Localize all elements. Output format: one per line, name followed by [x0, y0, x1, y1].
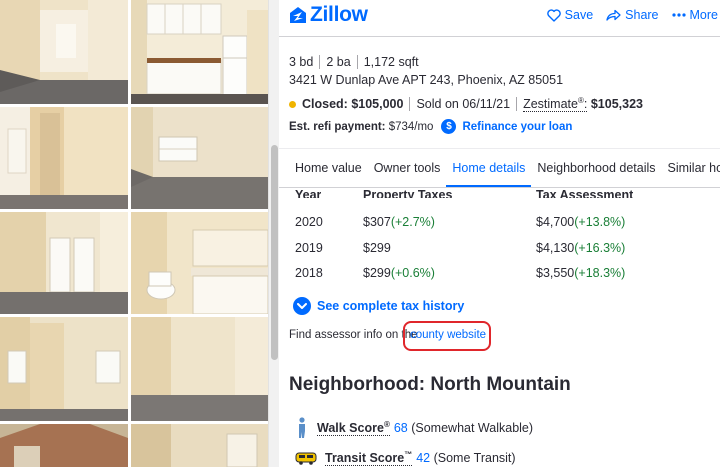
- assessment-cell: $4,130(+16.3%): [536, 241, 626, 255]
- assessor-info-text: Find assessor info on the: [289, 329, 418, 341]
- see-tax-history-button[interactable]: See complete tax history: [293, 297, 464, 315]
- refinance-link[interactable]: Refinance your loan: [462, 121, 572, 133]
- listing-photo-exterior[interactable]: [0, 424, 128, 467]
- table-row: 2019 $299 $4,130(+16.3%): [279, 241, 720, 261]
- gallery-scrollbar-thumb[interactable]: [271, 145, 278, 360]
- listing-photo-room-door[interactable]: [0, 317, 128, 421]
- transit-score-row: Transit Score™ 42 (Some Transit): [295, 450, 516, 467]
- tax-year: 2020: [295, 215, 323, 229]
- see-tax-history-label: See complete tax history: [317, 299, 465, 313]
- county-website-link[interactable]: county website: [410, 329, 486, 341]
- refi-amount: $734/mo: [388, 120, 434, 133]
- refi-label: Est. refi payment:: [289, 120, 386, 133]
- tab-similar-homes[interactable]: Similar homes: [662, 149, 720, 187]
- divider: [356, 55, 358, 69]
- listing-details-panel: Zillow Save Share More 3 bd 2 ba 1,172 s…: [279, 0, 720, 467]
- divider: [319, 55, 321, 69]
- walking-person-icon: [299, 417, 305, 438]
- listing-photo-bedroom[interactable]: [131, 107, 268, 209]
- walk-score-desc: (Somewhat Walkable): [411, 421, 534, 435]
- dollar-badge-icon: $: [441, 119, 457, 134]
- heart-icon: [546, 8, 561, 22]
- zestimate-label[interactable]: Zestimate®:: [523, 96, 588, 113]
- tax-header-property-taxes: Property Taxes: [363, 188, 453, 198]
- walk-score-value[interactable]: 68: [394, 421, 408, 435]
- tab-home-details[interactable]: Home details: [446, 149, 532, 187]
- baths-count: 2 ba: [326, 55, 351, 69]
- photo-gallery[interactable]: [0, 0, 268, 467]
- walk-score-label[interactable]: Walk Score®: [317, 420, 390, 437]
- walk-score-row: Walk Score® 68 (Somewhat Walkable): [295, 417, 533, 439]
- table-row: 2020 $307(+2.7%) $4,700(+13.8%): [279, 215, 720, 235]
- detail-tabs: Home value Owner tools Home details Neig…: [279, 148, 720, 188]
- tab-neighborhood-details[interactable]: Neighborhood details: [531, 149, 661, 187]
- transit-score-label[interactable]: Transit Score™: [325, 450, 413, 467]
- closed-label: Closed:: [302, 97, 348, 112]
- chevron-down-icon: [293, 297, 311, 315]
- save-button[interactable]: Save: [546, 8, 594, 22]
- tax-year: 2018: [295, 266, 323, 280]
- closed-price: $105,000: [351, 97, 404, 112]
- property-address: 3421 W Dunlap Ave APT 243, Phoenix, AZ 8…: [289, 73, 564, 87]
- transit-score-desc: (Some Transit): [433, 451, 516, 466]
- listing-photo-stairs[interactable]: [131, 424, 268, 467]
- tax-header-assessment: Tax Assessment: [536, 188, 634, 198]
- listing-photo-kitchen[interactable]: [131, 0, 268, 104]
- property-tax-cell: $299(+0.6%): [363, 266, 435, 280]
- divider: [409, 97, 411, 112]
- header-bar: Zillow Save Share More: [279, 0, 720, 37]
- brand-name: Zillow: [310, 3, 368, 26]
- refi-payment: Est. refi payment: $734/mo $ Refinance y…: [289, 119, 572, 134]
- home-facts: 3 bd 2 ba 1,172 sqft: [289, 55, 419, 69]
- header-actions: Save Share More: [546, 8, 718, 22]
- gallery-scrollbar[interactable]: [268, 0, 279, 467]
- assessment-cell: $3,550(+18.3%): [536, 266, 626, 280]
- zillow-house-icon: [290, 7, 306, 23]
- listing-photo-empty-room[interactable]: [131, 317, 268, 421]
- tax-year: 2019: [295, 241, 323, 255]
- listing-photo-bathroom[interactable]: [131, 212, 268, 314]
- property-tax-cell: $307(+2.7%): [363, 215, 435, 229]
- save-label: Save: [564, 8, 594, 22]
- more-label: More: [689, 8, 718, 22]
- neighborhood-title: Neighborhood: North Mountain: [289, 374, 571, 395]
- share-label: Share: [625, 8, 659, 22]
- table-row: 2018 $299(+0.6%) $3,550(+18.3%): [279, 266, 720, 286]
- beds-count: 3 bd: [289, 55, 314, 69]
- share-arrow-icon: [606, 9, 621, 21]
- tax-header-year: Year: [295, 188, 322, 198]
- share-button[interactable]: Share: [606, 8, 659, 22]
- listing-photo-living-room[interactable]: [0, 0, 128, 104]
- bus-icon: [295, 452, 317, 465]
- tab-owner-tools[interactable]: Owner tools: [368, 149, 447, 187]
- more-dots-icon: [671, 13, 686, 17]
- sale-status: Closed: $105,000 Sold on 06/11/21 Zestim…: [289, 96, 643, 113]
- sold-date: Sold on 06/11/21: [416, 97, 511, 112]
- transit-score-value[interactable]: 42: [416, 451, 430, 465]
- listing-photo-hallway[interactable]: [0, 107, 128, 209]
- square-footage: 1,172 sqft: [363, 55, 419, 69]
- tab-home-value[interactable]: Home value: [279, 149, 368, 187]
- property-tax-cell: $299: [363, 241, 391, 255]
- divider: [516, 97, 518, 112]
- zestimate-value: $105,323: [590, 97, 643, 112]
- zillow-logo[interactable]: Zillow: [289, 3, 368, 27]
- listing-photo-closet[interactable]: [0, 212, 128, 314]
- status-dot-icon: [289, 100, 296, 108]
- assessment-cell: $4,700(+13.8%): [536, 215, 626, 229]
- more-button[interactable]: More: [671, 8, 718, 22]
